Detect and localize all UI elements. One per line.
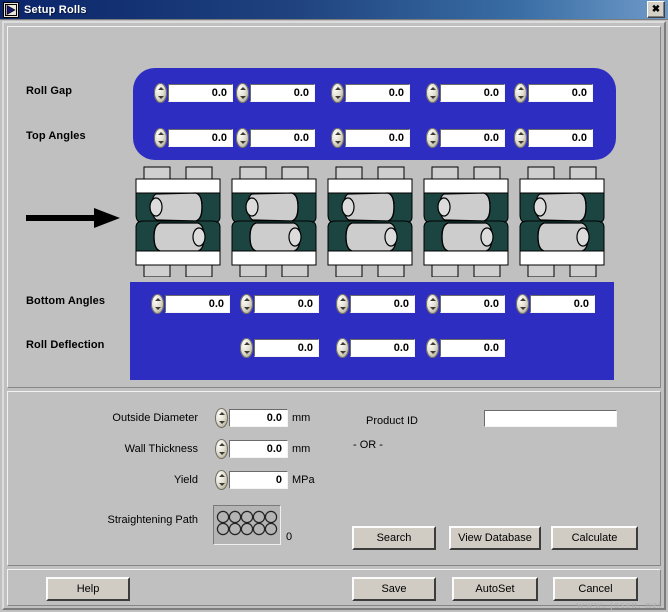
top-angle-value-2[interactable]: 0.0 <box>250 129 315 147</box>
roll-gap-value-4[interactable]: 0.0 <box>440 84 505 102</box>
spinner-icon[interactable] <box>514 128 527 148</box>
title-bar: Setup Rolls ✖ <box>0 0 668 20</box>
top-angles-label: Top Angles <box>26 130 86 142</box>
bottom-angle-control-4[interactable]: 0.0 <box>426 294 505 314</box>
outside-diameter-unit: mm <box>292 412 310 424</box>
top-angle-control-3[interactable]: 0.0 <box>331 128 410 148</box>
yield-label: Yield <box>48 474 198 486</box>
product-form-panel: Outside Diameter 0.0 mm Wall Thickness 0… <box>7 391 661 566</box>
bottom-angle-value-1[interactable]: 0.0 <box>165 295 230 313</box>
top-angle-control-5[interactable]: 0.0 <box>514 128 593 148</box>
product-id-label: Product ID <box>358 415 418 427</box>
spinner-icon[interactable] <box>240 294 253 314</box>
spinner-icon[interactable] <box>514 83 527 103</box>
wall-thickness-control[interactable]: 0.0 <box>215 439 288 459</box>
close-button[interactable]: ✖ <box>647 1 665 18</box>
outside-diameter-control[interactable]: 0.0 <box>215 408 288 428</box>
roll-gap-control-3[interactable]: 0.0 <box>331 83 410 103</box>
setup-rolls-window: Setup Rolls ✖ Roll Gap Top Angles Bottom… <box>0 0 668 612</box>
top-angle-value-3[interactable]: 0.0 <box>345 129 410 147</box>
bottom-angle-control-1[interactable]: 0.0 <box>151 294 230 314</box>
watermark: www. josen. net <box>576 599 662 611</box>
window-title: Setup Rolls <box>24 4 647 16</box>
roll-gap-control-1[interactable]: 0.0 <box>154 83 233 103</box>
spinner-icon[interactable] <box>154 128 167 148</box>
bottom-angle-value-2[interactable]: 0.0 <box>254 295 319 313</box>
spinner-icon[interactable] <box>331 128 344 148</box>
spinner-icon[interactable] <box>336 338 349 358</box>
help-button[interactable]: Help <box>46 577 130 601</box>
spinner-icon[interactable] <box>215 408 228 428</box>
top-angle-control-1[interactable]: 0.0 <box>154 128 233 148</box>
bottom-angle-value-5[interactable]: 0.0 <box>530 295 595 313</box>
top-angle-control-4[interactable]: 0.0 <box>426 128 505 148</box>
save-button[interactable]: Save <box>352 577 436 601</box>
roll-gap-value-2[interactable]: 0.0 <box>250 84 315 102</box>
wall-thickness-value[interactable]: 0.0 <box>229 440 288 458</box>
top-angle-value-4[interactable]: 0.0 <box>440 129 505 147</box>
bottom-angle-control-3[interactable]: 0.0 <box>336 294 415 314</box>
roll-gap-control-5[interactable]: 0.0 <box>514 83 593 103</box>
bottom-angle-value-4[interactable]: 0.0 <box>440 295 505 313</box>
bottom-angles-label: Bottom Angles <box>26 295 105 307</box>
window-frame: Roll Gap Top Angles Bottom Angles Roll D… <box>2 21 666 610</box>
or-separator: - OR - <box>353 439 383 451</box>
roller-machinery-diagram <box>130 165 616 277</box>
roll-gap-value-5[interactable]: 0.0 <box>528 84 593 102</box>
spinner-icon[interactable] <box>336 294 349 314</box>
cancel-button[interactable]: Cancel <box>553 577 638 601</box>
spinner-icon[interactable] <box>215 470 228 490</box>
roll-deflection-control-2[interactable]: 0.0 <box>336 338 415 358</box>
spinner-icon[interactable] <box>151 294 164 314</box>
roll-gap-value-1[interactable]: 0.0 <box>168 84 233 102</box>
yield-unit: MPa <box>292 474 315 486</box>
spinner-icon[interactable] <box>426 128 439 148</box>
spinner-icon[interactable] <box>426 338 439 358</box>
bottom-angle-control-5[interactable]: 0.0 <box>516 294 595 314</box>
yield-value[interactable]: 0 <box>229 471 288 489</box>
dialog-buttons-panel: Help Save AutoSet Cancel <box>7 569 661 606</box>
yield-control[interactable]: 0 <box>215 470 288 490</box>
feed-direction-arrow-icon <box>26 205 121 231</box>
wall-thickness-unit: mm <box>292 443 310 455</box>
spinner-icon[interactable] <box>426 83 439 103</box>
roll-deflection-value-3[interactable]: 0.0 <box>440 339 505 357</box>
top-angle-value-5[interactable]: 0.0 <box>528 129 593 147</box>
spinner-icon[interactable] <box>215 439 228 459</box>
autoset-button[interactable]: AutoSet <box>452 577 538 601</box>
roll-deflection-value-1[interactable]: 0.0 <box>254 339 319 357</box>
spinner-icon[interactable] <box>426 294 439 314</box>
spinner-icon[interactable] <box>240 338 253 358</box>
roll-deflection-value-2[interactable]: 0.0 <box>350 339 415 357</box>
straightening-path-label: Straightening Path <box>28 514 198 526</box>
roll-gap-control-4[interactable]: 0.0 <box>426 83 505 103</box>
spinner-icon[interactable] <box>236 128 249 148</box>
outside-diameter-label: Outside Diameter <box>48 412 198 424</box>
calculate-button[interactable]: Calculate <box>551 526 638 550</box>
bottom-angle-control-2[interactable]: 0.0 <box>240 294 319 314</box>
spinner-icon[interactable] <box>331 83 344 103</box>
view-database-button[interactable]: View Database <box>449 526 541 550</box>
roll-gap-control-2[interactable]: 0.0 <box>236 83 315 103</box>
roll-deflection-label: Roll Deflection <box>26 339 105 351</box>
roll-gap-label: Roll Gap <box>26 85 72 97</box>
rolls-panel: Roll Gap Top Angles Bottom Angles Roll D… <box>7 26 661 388</box>
roll-deflection-control-3[interactable]: 0.0 <box>426 338 505 358</box>
spinner-icon[interactable] <box>236 83 249 103</box>
roll-deflection-control-1[interactable]: 0.0 <box>240 338 319 358</box>
straightening-path-selector[interactable] <box>213 505 281 545</box>
labview-vi-icon <box>3 2 19 18</box>
product-id-input[interactable] <box>484 410 617 427</box>
search-button[interactable]: Search <box>352 526 436 550</box>
top-angle-value-1[interactable]: 0.0 <box>168 129 233 147</box>
outside-diameter-value[interactable]: 0.0 <box>229 409 288 427</box>
straightening-path-value: 0 <box>286 531 292 543</box>
roll-gap-value-3[interactable]: 0.0 <box>345 84 410 102</box>
spinner-icon[interactable] <box>516 294 529 314</box>
top-angle-control-2[interactable]: 0.0 <box>236 128 315 148</box>
wall-thickness-label: Wall Thickness <box>48 443 198 455</box>
bottom-angle-value-3[interactable]: 0.0 <box>350 295 415 313</box>
spinner-icon[interactable] <box>154 83 167 103</box>
